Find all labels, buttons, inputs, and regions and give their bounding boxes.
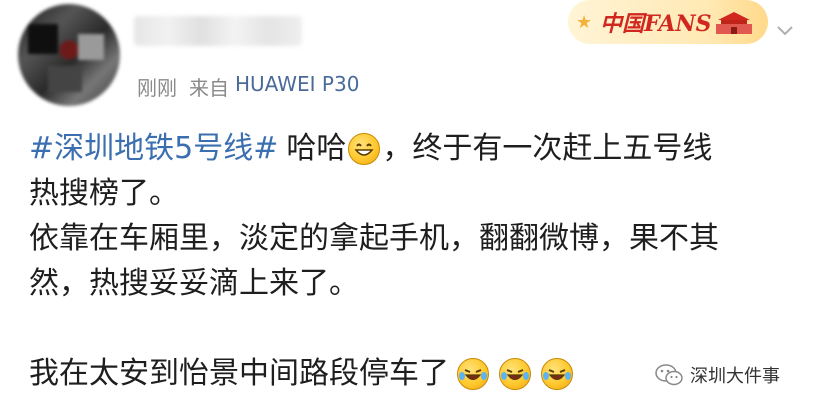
post-meta: 刚刚 来自 HUAWEI P30	[137, 72, 359, 101]
hashtag-link[interactable]: #深圳地铁5号线#	[29, 126, 278, 171]
text-segment: ，终于有一次赶上五号线	[382, 131, 713, 166]
content-line-1: #深圳地铁5号线# 哈哈 ，终于有一次赶上五号线	[29, 126, 799, 171]
star-icon: ★	[576, 11, 593, 33]
text-segment: 哈哈	[286, 131, 347, 166]
content-line-4: 然，热搜妥妥滴上来了。	[29, 266, 359, 301]
timestamp: 刚刚	[137, 76, 177, 100]
fans-badge-label: 中国FANS	[600, 11, 712, 37]
laugh-cry-emoji-icon	[499, 357, 531, 390]
weibo-post: 刚刚 来自 HUAWEI P30 ★ 中国FANS #深圳地铁5号线# 哈哈 ，…	[0, 0, 815, 410]
chevron-down-icon[interactable]	[776, 24, 794, 38]
username-blurred[interactable]	[134, 16, 302, 46]
from-label: 来自	[189, 76, 229, 100]
watermark: 深圳大件事	[654, 362, 780, 388]
grin-emoji-icon	[348, 132, 381, 165]
device-name[interactable]: HUAWEI P30	[235, 72, 359, 101]
wechat-icon	[655, 364, 683, 386]
content-line-2: 热搜榜了。	[29, 176, 179, 211]
watermark-label: 深圳大件事	[690, 366, 780, 387]
text-segment: 我在太安到怡景中间路段停车了	[29, 356, 449, 391]
laugh-cry-emoji-icon	[541, 357, 573, 390]
source-info: 来自 HUAWEI P30	[189, 72, 359, 101]
fans-badge[interactable]: ★ 中国FANS	[568, 0, 768, 44]
avatar[interactable]	[18, 4, 120, 106]
post-content: #深圳地铁5号线# 哈哈 ，终于有一次赶上五号线 热搜榜了。 依靠在车厢里，淡定…	[29, 126, 799, 396]
content-line-3: 依靠在车厢里，淡定的拿起手机，翻翻微博，果不其	[29, 221, 719, 256]
tiananmen-icon	[716, 12, 752, 34]
laugh-cry-emoji-icon	[457, 357, 489, 390]
